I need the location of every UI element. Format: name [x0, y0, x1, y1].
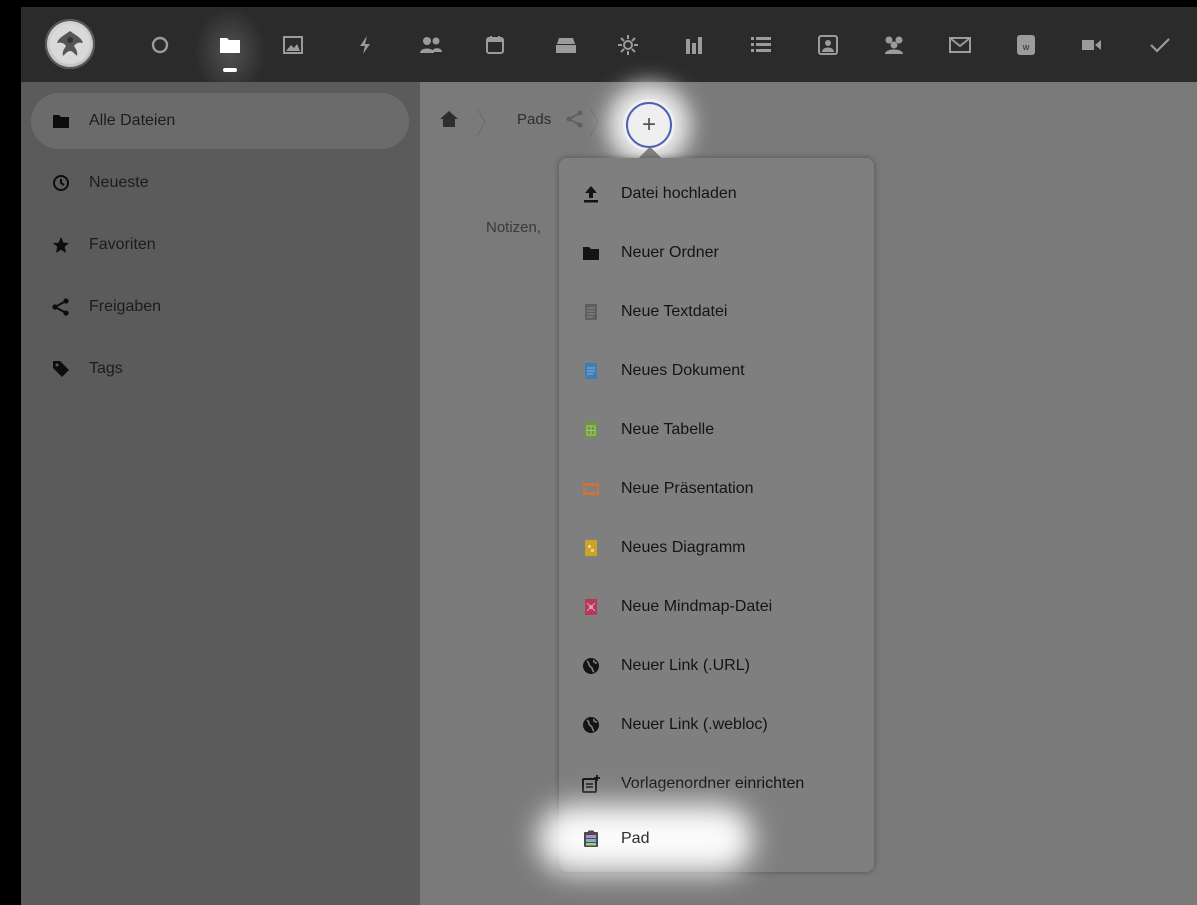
- sidebar-item-shares[interactable]: Freigaben: [31, 279, 409, 335]
- empty-content-text: Notizen,: [486, 219, 542, 236]
- clock-icon: [49, 171, 73, 195]
- spreadsheet-file-icon: [581, 420, 601, 440]
- photos-icon[interactable]: [279, 31, 307, 59]
- mail-icon[interactable]: [946, 31, 974, 59]
- upload-icon: [581, 184, 601, 204]
- calendar-icon[interactable]: [481, 31, 509, 59]
- mindmap-file-icon: [581, 597, 601, 617]
- star-icon: [49, 233, 73, 257]
- menu-item-new-spreadsheet[interactable]: Neue Tabelle: [559, 400, 874, 459]
- sidebar-item-label: Neueste: [89, 174, 149, 191]
- menu-item-new-document[interactable]: Neues Dokument: [559, 341, 874, 400]
- menu-item-label: Neue Präsentation: [621, 479, 754, 497]
- analytics-icon[interactable]: [681, 31, 709, 59]
- tag-icon: [49, 357, 73, 381]
- list-icon[interactable]: [747, 31, 775, 59]
- globe-icon: [581, 656, 601, 676]
- plus-icon: +: [626, 102, 672, 148]
- document-icon[interactable]: w: [1012, 31, 1040, 59]
- breadcrumb-pads[interactable]: Pads: [517, 111, 551, 128]
- video-icon[interactable]: [1078, 31, 1106, 59]
- menu-item-label: Neue Tabelle: [621, 420, 715, 438]
- new-button[interactable]: +: [623, 99, 675, 151]
- app-header: w: [21, 7, 1197, 97]
- globe-icon: [581, 715, 601, 735]
- tasks-check-icon[interactable]: [1146, 31, 1174, 59]
- menu-item-label: Neues Diagramm: [621, 538, 746, 556]
- sidebar-item-tags[interactable]: Tags: [31, 341, 409, 397]
- breadcrumb-separator: [589, 107, 599, 137]
- menu-item-label: Neuer Link (.URL): [621, 656, 750, 674]
- menu-item-new-mindmap[interactable]: Neue Mindmap-Datei: [559, 577, 874, 636]
- menu-item-new-folder[interactable]: Neuer Ordner: [559, 223, 874, 282]
- logo[interactable]: [45, 19, 95, 69]
- contacts-icon[interactable]: [417, 31, 445, 59]
- portrait-icon[interactable]: [814, 31, 842, 59]
- menu-item-label: Pad: [621, 830, 650, 847]
- document-file-icon: [581, 361, 601, 381]
- menu-item-label: Neue Mindmap-Datei: [621, 597, 773, 615]
- presentation-file-icon: [581, 479, 601, 499]
- activity-icon[interactable]: [351, 31, 379, 59]
- menu-item-pad[interactable]: Pad: [559, 810, 874, 868]
- menu-item-new-textfile[interactable]: Neue Textdatei: [559, 282, 874, 341]
- folder-icon: [49, 109, 73, 133]
- circles-icon[interactable]: [880, 31, 908, 59]
- sidebar: Alle Dateien Neueste Favoriten Freigaben…: [21, 82, 420, 905]
- menu-item-label: Neues Dokument: [621, 361, 745, 379]
- home-icon[interactable]: [439, 110, 459, 133]
- sidebar-item-favorites[interactable]: Favoriten: [31, 217, 409, 273]
- active-app-indicator: [223, 68, 237, 72]
- menu-item-new-presentation[interactable]: Neue Präsentation: [559, 459, 874, 518]
- svg-text:w: w: [1022, 42, 1030, 52]
- menu-item-label: Datei hochladen: [621, 184, 737, 202]
- files-icon[interactable]: [216, 31, 244, 59]
- template-icon: [581, 774, 601, 794]
- share-icon[interactable]: [566, 110, 584, 133]
- menu-item-label: Neuer Link (.webloc): [621, 715, 768, 733]
- new-file-menu: Datei hochladen Neuer Ordner Neue Textda…: [559, 158, 874, 872]
- sidebar-item-label: Freigaben: [89, 298, 162, 315]
- menu-item-label: Neuer Ordner: [621, 243, 719, 261]
- folder-icon: [581, 243, 601, 263]
- sidebar-item-label: Alle Dateien: [89, 112, 176, 129]
- menu-item-new-link-url[interactable]: Neuer Link (.URL): [559, 636, 874, 695]
- menu-item-new-diagram[interactable]: Neues Diagramm: [559, 518, 874, 577]
- text-file-icon: [581, 302, 601, 322]
- breadcrumb-separator: [476, 107, 486, 137]
- sidebar-item-recent[interactable]: Neueste: [31, 155, 409, 211]
- menu-item-new-link-webloc[interactable]: Neuer Link (.webloc): [559, 695, 874, 754]
- pad-icon: [581, 829, 601, 849]
- dashboard-icon[interactable]: [146, 31, 174, 59]
- sidebar-item-label: Favoriten: [89, 236, 156, 253]
- menu-item-upload[interactable]: Datei hochladen: [559, 164, 874, 223]
- sidebar-item-all-files[interactable]: Alle Dateien: [31, 93, 409, 149]
- menu-item-label: Neue Textdatei: [621, 302, 728, 320]
- diagram-file-icon: [581, 538, 601, 558]
- sidebar-item-label: Tags: [89, 360, 123, 377]
- menu-item-label: Vorlagenordner einrichten: [621, 774, 805, 792]
- share-icon: [49, 295, 73, 319]
- deck-icon[interactable]: [552, 31, 580, 59]
- sun-icon[interactable]: [614, 31, 642, 59]
